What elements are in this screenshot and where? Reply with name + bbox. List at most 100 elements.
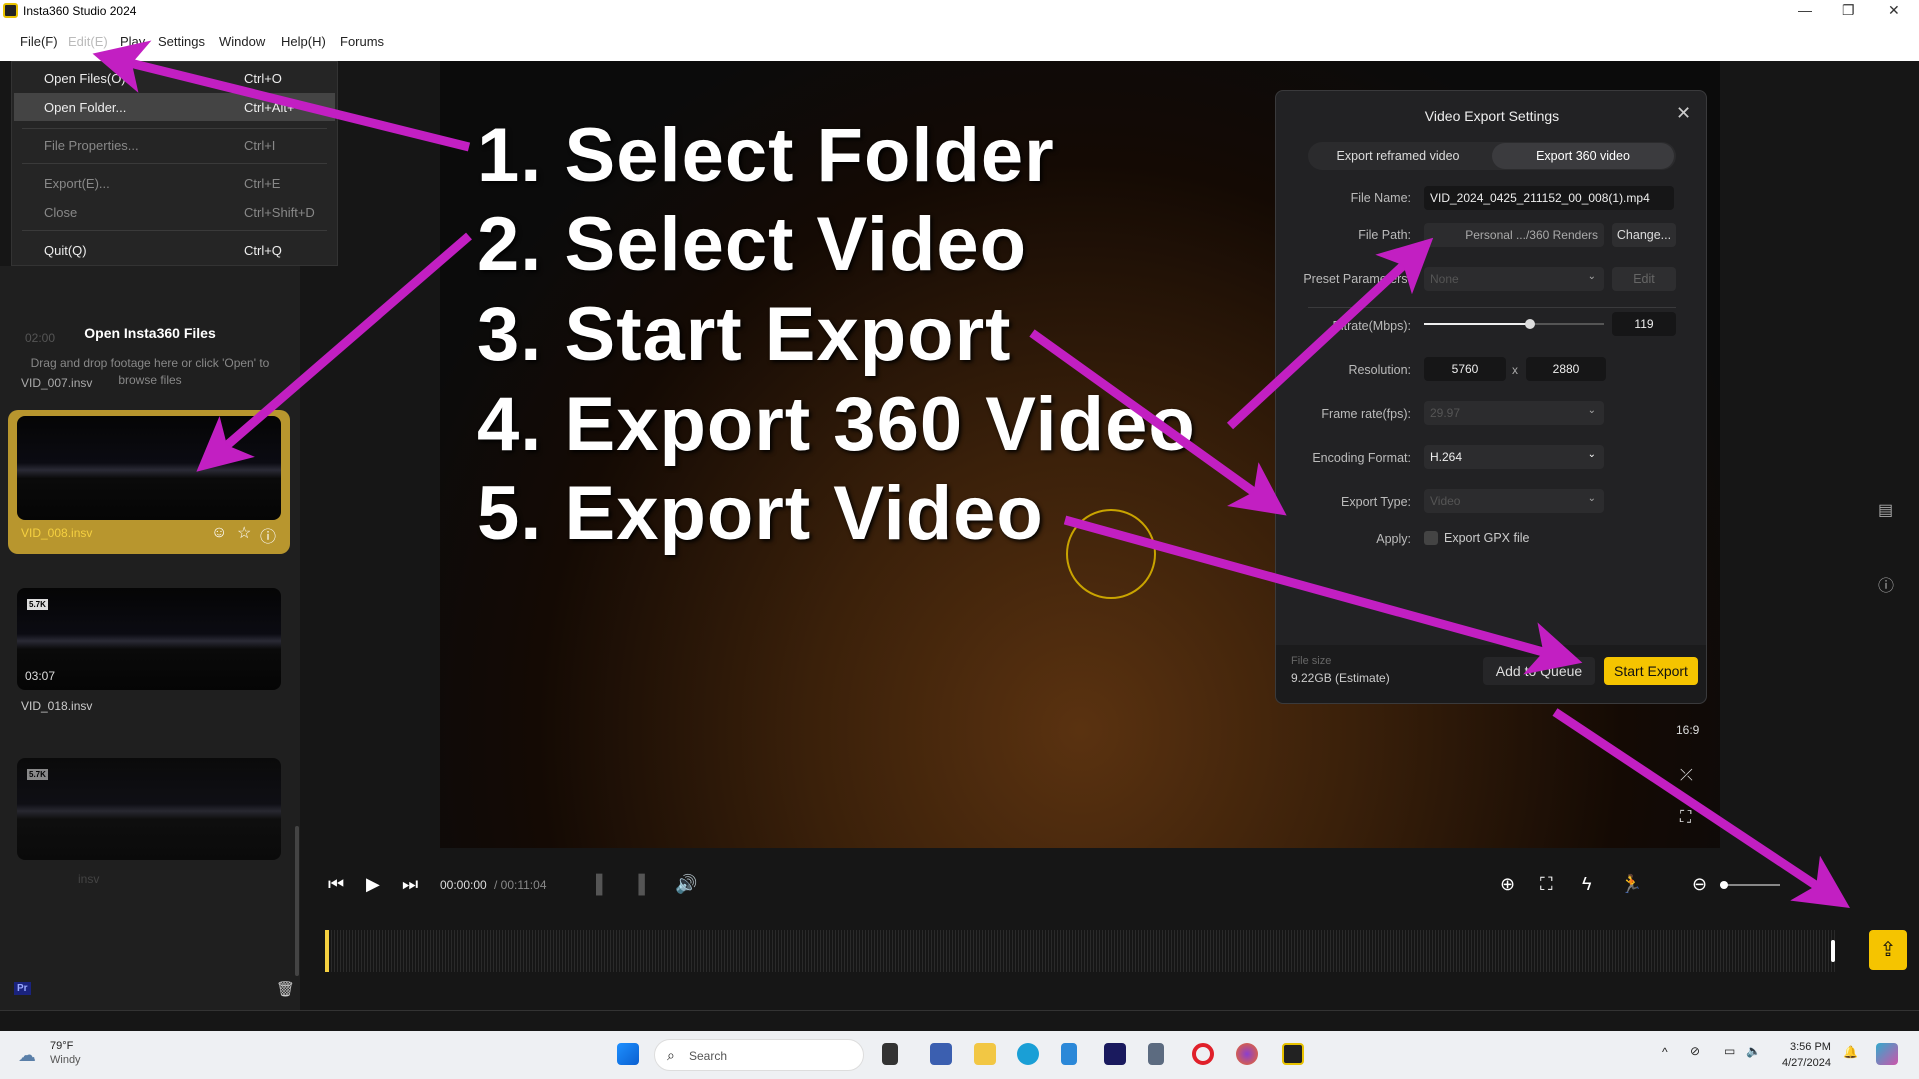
add-to-queue-button[interactable]: Add to Queue — [1483, 657, 1595, 685]
premiere-badge[interactable]: Pr — [14, 982, 31, 995]
premiere-icon[interactable] — [1104, 1043, 1126, 1065]
playhead[interactable] — [325, 930, 329, 972]
zoom-out-icon[interactable]: ⊖ — [1692, 874, 1707, 895]
timeline-track[interactable] — [325, 930, 1835, 972]
menu-item-file-properties[interactable]: File Properties... Ctrl+I — [14, 131, 335, 159]
menu-item-quit[interactable]: Quit(Q) Ctrl+Q — [14, 236, 335, 264]
speaker-icon[interactable]: 🔈 — [1746, 1044, 1761, 1058]
windows-taskbar: ☁ 79°F Windy ⌕ Search ^ ⊘ ▭ 🔈 3:56 PM 4/… — [0, 1031, 1919, 1079]
trim-start-icon[interactable]: ▌ — [596, 874, 609, 895]
windows-start-icon[interactable] — [617, 1043, 639, 1065]
gpx-checkbox[interactable] — [1424, 531, 1438, 545]
taskbar-search[interactable]: ⌕ Search — [654, 1039, 864, 1071]
info-icon[interactable]: ⓘ — [260, 523, 276, 547]
minimize-button[interactable]: — — [1798, 2, 1812, 18]
file-card[interactable]: 5.7K 03:07 VID_018.insv — [8, 588, 290, 730]
file-name[interactable]: VID_007.insv — [21, 376, 92, 390]
copilot-icon[interactable] — [1876, 1043, 1898, 1065]
close-window-button[interactable]: ✕ — [1888, 2, 1900, 19]
tab-export-360[interactable]: Export 360 video — [1492, 143, 1674, 169]
trim-handle[interactable] — [1831, 940, 1835, 962]
weather-icon[interactable]: ☁ — [18, 1045, 36, 1066]
file-name-input[interactable]: VID_2024_0425_211152_00_008(1).mp4 — [1424, 186, 1674, 210]
network-icon[interactable]: ⊘ — [1690, 1044, 1700, 1058]
menu-help[interactable]: Help(H) — [281, 34, 326, 49]
menu-play[interactable]: Play — [120, 34, 145, 49]
menu-forums[interactable]: Forums — [340, 34, 384, 49]
menu-edit[interactable]: Edit(E) — [68, 34, 108, 49]
resolution-width-input[interactable]: 5760 — [1424, 357, 1506, 381]
motion-icon[interactable]: 🏃 — [1620, 874, 1642, 895]
trash-icon[interactable]: 🗑 — [276, 980, 295, 998]
reframe-icon[interactable]: ⤫ — [1680, 767, 1693, 785]
file-path-field[interactable]: Personal .../360 Renders — [1424, 223, 1604, 247]
bitrate-label: Bitrate(Mbps): — [1332, 319, 1412, 333]
menu-item-open-files[interactable]: Open Files(O)... Ctrl+O — [14, 64, 335, 92]
insta360-icon[interactable] — [1282, 1043, 1304, 1065]
scrollbar[interactable] — [295, 826, 299, 976]
preset-select[interactable]: None ⌄ — [1424, 267, 1604, 291]
taskview-icon[interactable] — [882, 1043, 898, 1065]
tray-chevron-icon[interactable]: ^ — [1662, 1045, 1668, 1059]
framerate-select[interactable]: 29.97 ⌄ — [1424, 401, 1604, 425]
encoding-select[interactable]: H.264 ⌄ — [1424, 445, 1604, 469]
export-button[interactable]: ⇪ — [1869, 930, 1907, 970]
trim-end-icon[interactable]: ▐ — [632, 874, 645, 895]
menu-item-close[interactable]: Close Ctrl+Shift+D — [14, 198, 335, 226]
menu-bar: File(F) Edit(E) Play Settings Window Hel… — [0, 22, 1919, 61]
menu-window[interactable]: Window — [219, 34, 265, 49]
clock-date[interactable]: 4/27/2024 — [1782, 1057, 1831, 1069]
menu-item-export[interactable]: Export(E)... Ctrl+E — [14, 169, 335, 197]
close-icon[interactable]: ✕ — [1676, 103, 1691, 124]
app-icon[interactable] — [930, 1043, 952, 1065]
start-export-button[interactable]: Start Export — [1604, 657, 1698, 685]
file-card-selected[interactable]: VID_008.insv ☺ ☆ ⓘ — [8, 410, 290, 554]
upload-icon: ⇪ — [1879, 939, 1897, 961]
export-mode-tabs: Export reframed video Export 360 video — [1308, 142, 1676, 170]
notepad-icon[interactable] — [1061, 1043, 1077, 1065]
framerate-label: Frame rate(fps): — [1321, 407, 1411, 421]
menu-settings[interactable]: Settings — [158, 34, 205, 49]
viewpoint-ring[interactable] — [1066, 509, 1156, 599]
resolution-separator: x — [1512, 363, 1518, 377]
play-icon[interactable]: ▶ — [366, 874, 380, 895]
maximize-button[interactable]: ❐ — [1842, 2, 1855, 19]
volume-icon[interactable]: 🔊 — [675, 874, 697, 895]
clock-time[interactable]: 3:56 PM — [1790, 1041, 1831, 1053]
bitrate-input[interactable]: 119 — [1612, 312, 1676, 336]
change-path-button[interactable]: Change... — [1612, 223, 1676, 247]
skip-forward-icon[interactable]: ⏭ — [402, 874, 418, 895]
file-card[interactable]: 5.7K insv — [8, 758, 290, 898]
export-type-select[interactable]: Video ⌄ — [1424, 489, 1604, 513]
resolution-height-input[interactable]: 2880 — [1526, 357, 1606, 381]
add-keyframe-icon[interactable]: ⊕ — [1500, 874, 1515, 895]
file-explorer-icon[interactable] — [974, 1043, 996, 1065]
preset-label: Preset Parameters: — [1303, 272, 1411, 286]
notification-bell-icon[interactable]: 🔔 — [1843, 1045, 1858, 1059]
info-icon[interactable]: ⓘ — [1878, 572, 1894, 596]
menu-item-open-folder[interactable]: Open Folder... Ctrl+Alt+ — [14, 93, 335, 121]
weather-desc[interactable]: Windy — [50, 1054, 81, 1066]
tab-export-reframed[interactable]: Export reframed video — [1308, 149, 1488, 163]
file-size-value: 9.22GB (Estimate) — [1291, 671, 1390, 685]
star-icon[interactable]: ☆ — [237, 523, 251, 543]
menu-file[interactable]: File(F) — [20, 34, 58, 49]
speed-icon[interactable]: ϟ — [1582, 874, 1592, 895]
bitrate-slider[interactable] — [1424, 319, 1604, 329]
edge-icon[interactable] — [1017, 1043, 1039, 1065]
skip-back-icon[interactable]: ⏮ — [328, 874, 344, 895]
apply-label: Apply: — [1376, 532, 1411, 546]
aspect-ratio-label[interactable]: 16:9 — [1676, 723, 1699, 737]
annotation-step-5: 5. Export Video — [477, 471, 1044, 556]
display-icon[interactable]: ▭ — [1724, 1044, 1735, 1058]
weather-temp[interactable]: 79°F — [50, 1040, 73, 1052]
deep-track-icon[interactable]: ⛶ — [1540, 874, 1553, 895]
calculator-icon[interactable] — [1148, 1043, 1164, 1065]
fullscreen-icon[interactable]: ⛶ — [1680, 809, 1691, 827]
edit-preset-button[interactable]: Edit — [1612, 267, 1676, 291]
folder-icon[interactable]: ▤ — [1878, 500, 1893, 520]
stitch-icon[interactable]: ☺ — [211, 524, 227, 542]
timeline-zoom-slider[interactable] — [1720, 881, 1780, 889]
opera-icon[interactable] — [1192, 1043, 1214, 1065]
firefox-icon[interactable] — [1236, 1043, 1258, 1065]
